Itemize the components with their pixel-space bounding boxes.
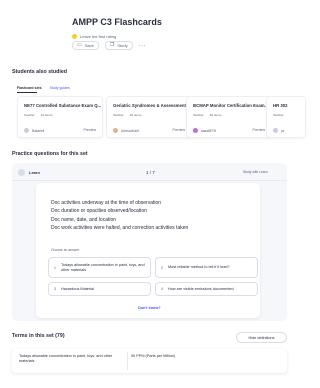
cards-icon: ❐ xyxy=(109,42,115,48)
set-card[interactable]: NE77 Controlled Substance Exam Q... Teac… xyxy=(17,96,103,138)
header-actions: ▭ Save ❐ Study ··· xyxy=(72,41,146,50)
option-number: 4 xyxy=(161,287,163,291)
set-card-terms: 44 terms xyxy=(40,113,53,117)
hide-definitions-button[interactable]: Hide definitions xyxy=(236,332,287,343)
students-heading: Students also studied xyxy=(12,69,68,75)
set-card-kind: Teacher xyxy=(193,113,204,117)
save-label: Save xyxy=(84,43,94,48)
prompt-line: Doc duration or opacities observed/locat… xyxy=(51,208,147,215)
set-card-title: HR 302 xyxy=(273,103,288,108)
avatar xyxy=(113,128,118,133)
option-text: Most reliable method to tell if it lead? xyxy=(168,265,230,269)
prompt-line: Doc work activities were halted, and cor… xyxy=(51,225,189,232)
definition-text: 90 PPM (Parts per Million) xyxy=(131,354,176,358)
tab-flashcard-sets[interactable]: Flashcard sets xyxy=(17,86,42,90)
set-card-terms: 84 terms xyxy=(209,113,222,117)
learn-mode: Learn xyxy=(18,169,40,176)
star-icon xyxy=(72,34,77,39)
term-divider xyxy=(127,352,128,370)
question-progress: 1 / 7 xyxy=(146,170,155,175)
set-card-title: NE77 Controlled Substance Exam Q... xyxy=(24,103,102,108)
terms-heading: Terms in this set (79) xyxy=(12,333,65,339)
answer-option[interactable]: 4 How are visible emissions documented xyxy=(155,282,258,296)
prompt-line: Doc name, date, and location xyxy=(51,216,117,223)
rating-text: Leave the first rating xyxy=(80,34,117,39)
students-tabs: Flashcard sets Study guides xyxy=(17,86,70,90)
avatar xyxy=(24,128,29,133)
active-tab-indicator xyxy=(17,92,37,93)
set-card-kind: Teacher xyxy=(113,113,124,117)
prompt-line: Doc activities underway at the time of o… xyxy=(51,200,162,206)
learn-label: Learn xyxy=(29,170,40,175)
save-button[interactable]: ▭ Save xyxy=(72,41,99,50)
folder-icon: ▭ xyxy=(77,42,82,48)
set-card-author: AlexsonKaiH xyxy=(121,128,140,133)
dont-know-button[interactable]: Don't know? xyxy=(138,306,161,310)
avatar xyxy=(193,128,198,133)
option-text: Todays allowable concentration in paint,… xyxy=(61,262,145,272)
option-text: How are visible emissions documented xyxy=(168,286,234,291)
set-card[interactable]: HR 302 Teacher jor xyxy=(266,96,306,138)
study-button[interactable]: ❐ Study xyxy=(104,41,133,50)
preview-button[interactable]: Preview xyxy=(173,128,185,132)
option-number: 1 xyxy=(54,265,56,270)
set-card-title: BCMAP Monitor Certification Exam... xyxy=(193,103,269,108)
set-card-title: Geriatric Syndromes & Assessment xyxy=(113,103,186,108)
answer-option[interactable]: 3 Hazardous Material xyxy=(48,282,151,296)
set-card-author: Bakariell xyxy=(32,128,45,133)
divider xyxy=(12,180,287,181)
set-card-kind: Teacher xyxy=(24,113,35,117)
choose-answer-label: Choose an answer xyxy=(51,248,80,252)
question-prompt: Doc activities underway at the time of o… xyxy=(51,199,188,233)
term-text: Todays allowable concentration in paint,… xyxy=(19,354,113,363)
avatar xyxy=(273,128,278,133)
practice-heading: Practice questions for this set xyxy=(12,151,88,157)
rating-link[interactable]: Leave the first rating xyxy=(72,34,116,39)
set-card-author: jor xyxy=(281,128,285,133)
option-number: 2 xyxy=(161,265,163,270)
answer-option[interactable]: 2 Most reliable method to tell if it lea… xyxy=(155,257,258,278)
more-options-icon[interactable]: ··· xyxy=(139,43,147,49)
set-card-kind: Teacher xyxy=(273,113,284,117)
option-number: 3 xyxy=(54,287,56,291)
option-text: Hazardous Material xyxy=(61,286,94,291)
answer-option[interactable]: 1 Todays allowable concentration in pain… xyxy=(48,257,151,278)
set-card[interactable]: BCMAP Monitor Certification Exam... Teac… xyxy=(186,96,272,138)
tab-study-guides[interactable]: Study guides xyxy=(50,86,70,90)
preview-button[interactable]: Preview xyxy=(84,128,96,132)
set-card-terms: 20 terms xyxy=(129,113,142,117)
set-card[interactable]: Geriatric Syndromes & Assessment Teacher… xyxy=(106,96,192,138)
set-card-author: aaaa8ETH xyxy=(201,128,217,133)
set-title: AMPP C3 Flashcards xyxy=(72,17,162,27)
study-label: Study xyxy=(117,43,128,48)
preview-button[interactable]: Preview xyxy=(253,128,265,132)
study-with-learn-link[interactable]: Study with Learn xyxy=(243,170,268,174)
learn-icon xyxy=(18,169,25,176)
